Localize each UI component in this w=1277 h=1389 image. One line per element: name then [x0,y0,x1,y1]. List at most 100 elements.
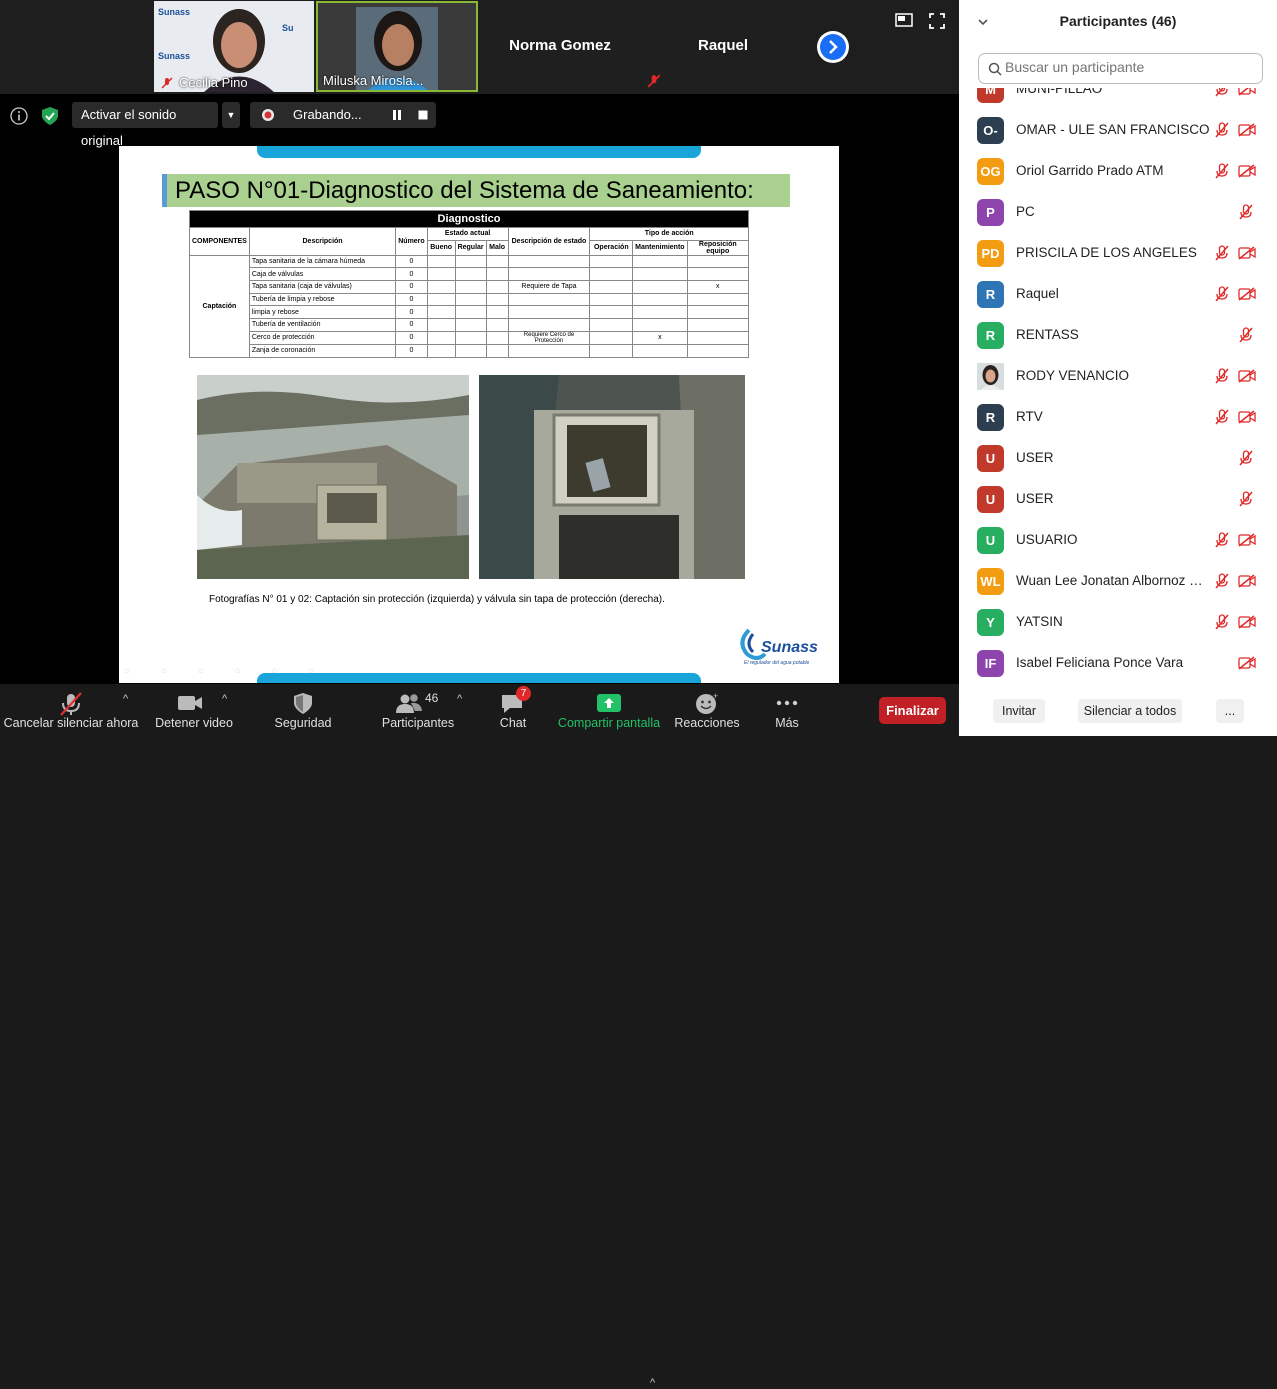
invite-button[interactable]: Invitar [993,699,1045,723]
share-label: Compartir pantalla [557,716,661,730]
original-audio-dropdown[interactable]: ▼ [222,102,240,128]
video-off-icon[interactable] [1238,574,1256,588]
video-off-icon[interactable] [1238,88,1256,96]
muted-mic-icon[interactable] [1214,532,1230,548]
smiley-icon: + [696,691,718,714]
muted-mic-icon[interactable] [1214,614,1230,630]
col-header: Número [395,227,428,256]
repo-cell: x [686,280,750,294]
video-button[interactable]: ^ Detener video [146,684,242,736]
video-off-icon[interactable] [1238,656,1256,670]
reactions-button[interactable]: + Reacciones [672,684,742,736]
video-off-icon[interactable] [1238,369,1256,383]
participants-button[interactable]: 46 ^ Participantes [368,684,468,736]
desc-cell: Tapa sanitaria (caja de válvulas) [248,280,397,294]
participant-name: Oriol Garrido Prado ATM [1016,163,1164,178]
participant-row[interactable]: R RENTASS [959,314,1269,355]
muted-mic-icon[interactable] [1214,573,1230,589]
participant-row[interactable]: WL Wuan Lee Jonatan Albornoz Ra... [959,560,1269,601]
fullscreen-icon[interactable] [929,13,945,29]
muted-mic-icon[interactable] [1214,245,1230,261]
muted-mic-icon[interactable] [1238,327,1254,343]
muted-mic-icon[interactable] [1238,204,1254,220]
info-icon[interactable] [10,107,28,125]
video-off-icon[interactable] [1238,533,1256,547]
participant-row[interactable]: Y YATSIN [959,601,1269,642]
participant-row[interactable]: OG Oriol Garrido Prado ATM [959,150,1269,191]
muted-mic-icon[interactable] [1214,88,1230,97]
meeting-stage: Sunass Sunass Su Cecilia Pino Miluska Mi… [0,0,959,1389]
num-cell: 0 [395,254,428,269]
participant-name: RENTASS [1016,327,1079,342]
speaker-view-icon[interactable] [895,13,913,27]
mant-cell [632,280,688,294]
mute-button[interactable]: ^ Cancelar silenciar ahora [0,684,142,736]
avatar: R [977,404,1004,431]
more-dots-icon [776,700,798,706]
svg-text:Su: Su [282,23,294,33]
table-row: Zanja de coronación 0 [190,343,750,358]
video-off-icon[interactable] [1238,410,1256,424]
next-page-button[interactable] [817,31,849,63]
diagnostico-table: Diagnostico COMPONENTES Descripción Núme… [189,210,750,358]
muted-mic-icon[interactable] [1238,450,1254,466]
participant-search[interactable] [978,53,1263,84]
muted-mic-icon[interactable] [1214,163,1230,179]
video-off-icon[interactable] [1238,246,1256,260]
video-off-icon[interactable] [1238,615,1256,629]
chat-button[interactable]: 7 Chat [488,684,538,736]
participant-row[interactable]: U USUARIO [959,519,1269,560]
muted-mic-icon[interactable] [1214,122,1230,138]
table-row: Cerco de protección 0 Requiere Cerco de … [190,330,750,345]
search-input[interactable] [1005,59,1255,75]
muted-mic-icon[interactable] [1214,286,1230,302]
encryption-shield-icon[interactable] [40,106,60,126]
mant-cell [632,254,688,269]
stop-recording-icon[interactable] [417,109,429,121]
mant-cell [632,267,688,282]
share-screen-button[interactable]: Compartir pantalla [557,684,661,736]
col-header: Regular [454,239,487,256]
video-tile[interactable]: Norma Gomez [480,1,640,92]
participant-row[interactable]: P PC [959,191,1269,232]
pause-recording-icon[interactable] [391,109,403,121]
participant-row[interactable]: U USER [959,478,1269,519]
shield-icon [294,693,312,714]
panel-more-button[interactable]: ... [1216,699,1244,723]
estado-cell: Requiere Cerco de Protección [507,330,591,345]
share-options-caret[interactable]: ^ [650,1377,655,1389]
photo-captacion [197,375,469,579]
estado-cell [507,343,591,358]
participant-name: PC [1016,204,1035,219]
participant-row[interactable]: PD PRISCILA DE LOS ANGELES [959,232,1269,273]
video-tile[interactable]: Raquel [643,1,803,92]
end-meeting-button[interactable]: Finalizar [879,697,946,724]
participant-name: USER [1016,450,1054,465]
participant-row[interactable]: R Raquel [959,273,1269,314]
table-row: Tubería de limpia y rebose 0 [190,292,750,307]
reactions-label: Reacciones [674,716,740,730]
col-header: Bueno [426,239,456,256]
participant-row[interactable]: O- OMAR - ULE SAN FRANCISCO [959,109,1269,150]
video-off-icon[interactable] [1238,164,1256,178]
original-audio-button[interactable]: Activar el sonido original [72,102,218,148]
mute-all-button[interactable]: Silenciar a todos [1078,699,1182,723]
muted-mic-icon[interactable] [1214,368,1230,384]
avatar-photo [977,363,1004,390]
participant-row[interactable]: R RTV [959,396,1269,437]
participant-row[interactable]: M MUNI-PILLAO [959,88,1269,109]
muted-mic-icon[interactable] [1238,491,1254,507]
muted-mic-icon[interactable] [1214,409,1230,425]
video-off-icon[interactable] [1238,287,1256,301]
video-tile[interactable]: Sunass Sunass Su Cecilia Pino [154,1,314,92]
video-tile-active-speaker[interactable]: Miluska Mirosla... [316,1,478,92]
more-button[interactable]: Más [762,684,812,736]
video-off-icon[interactable] [1238,123,1256,137]
tile-name: Miluska Mirosla... [323,73,424,88]
col-header: Malo [485,239,509,256]
participant-row[interactable]: IF Isabel Feliciana Ponce Vara [959,642,1269,683]
col-header: Mantenimiento [632,239,688,256]
participant-row[interactable]: RODY VENANCIO [959,355,1269,396]
participant-row[interactable]: U USER [959,437,1269,478]
security-button[interactable]: Seguridad [268,684,338,736]
